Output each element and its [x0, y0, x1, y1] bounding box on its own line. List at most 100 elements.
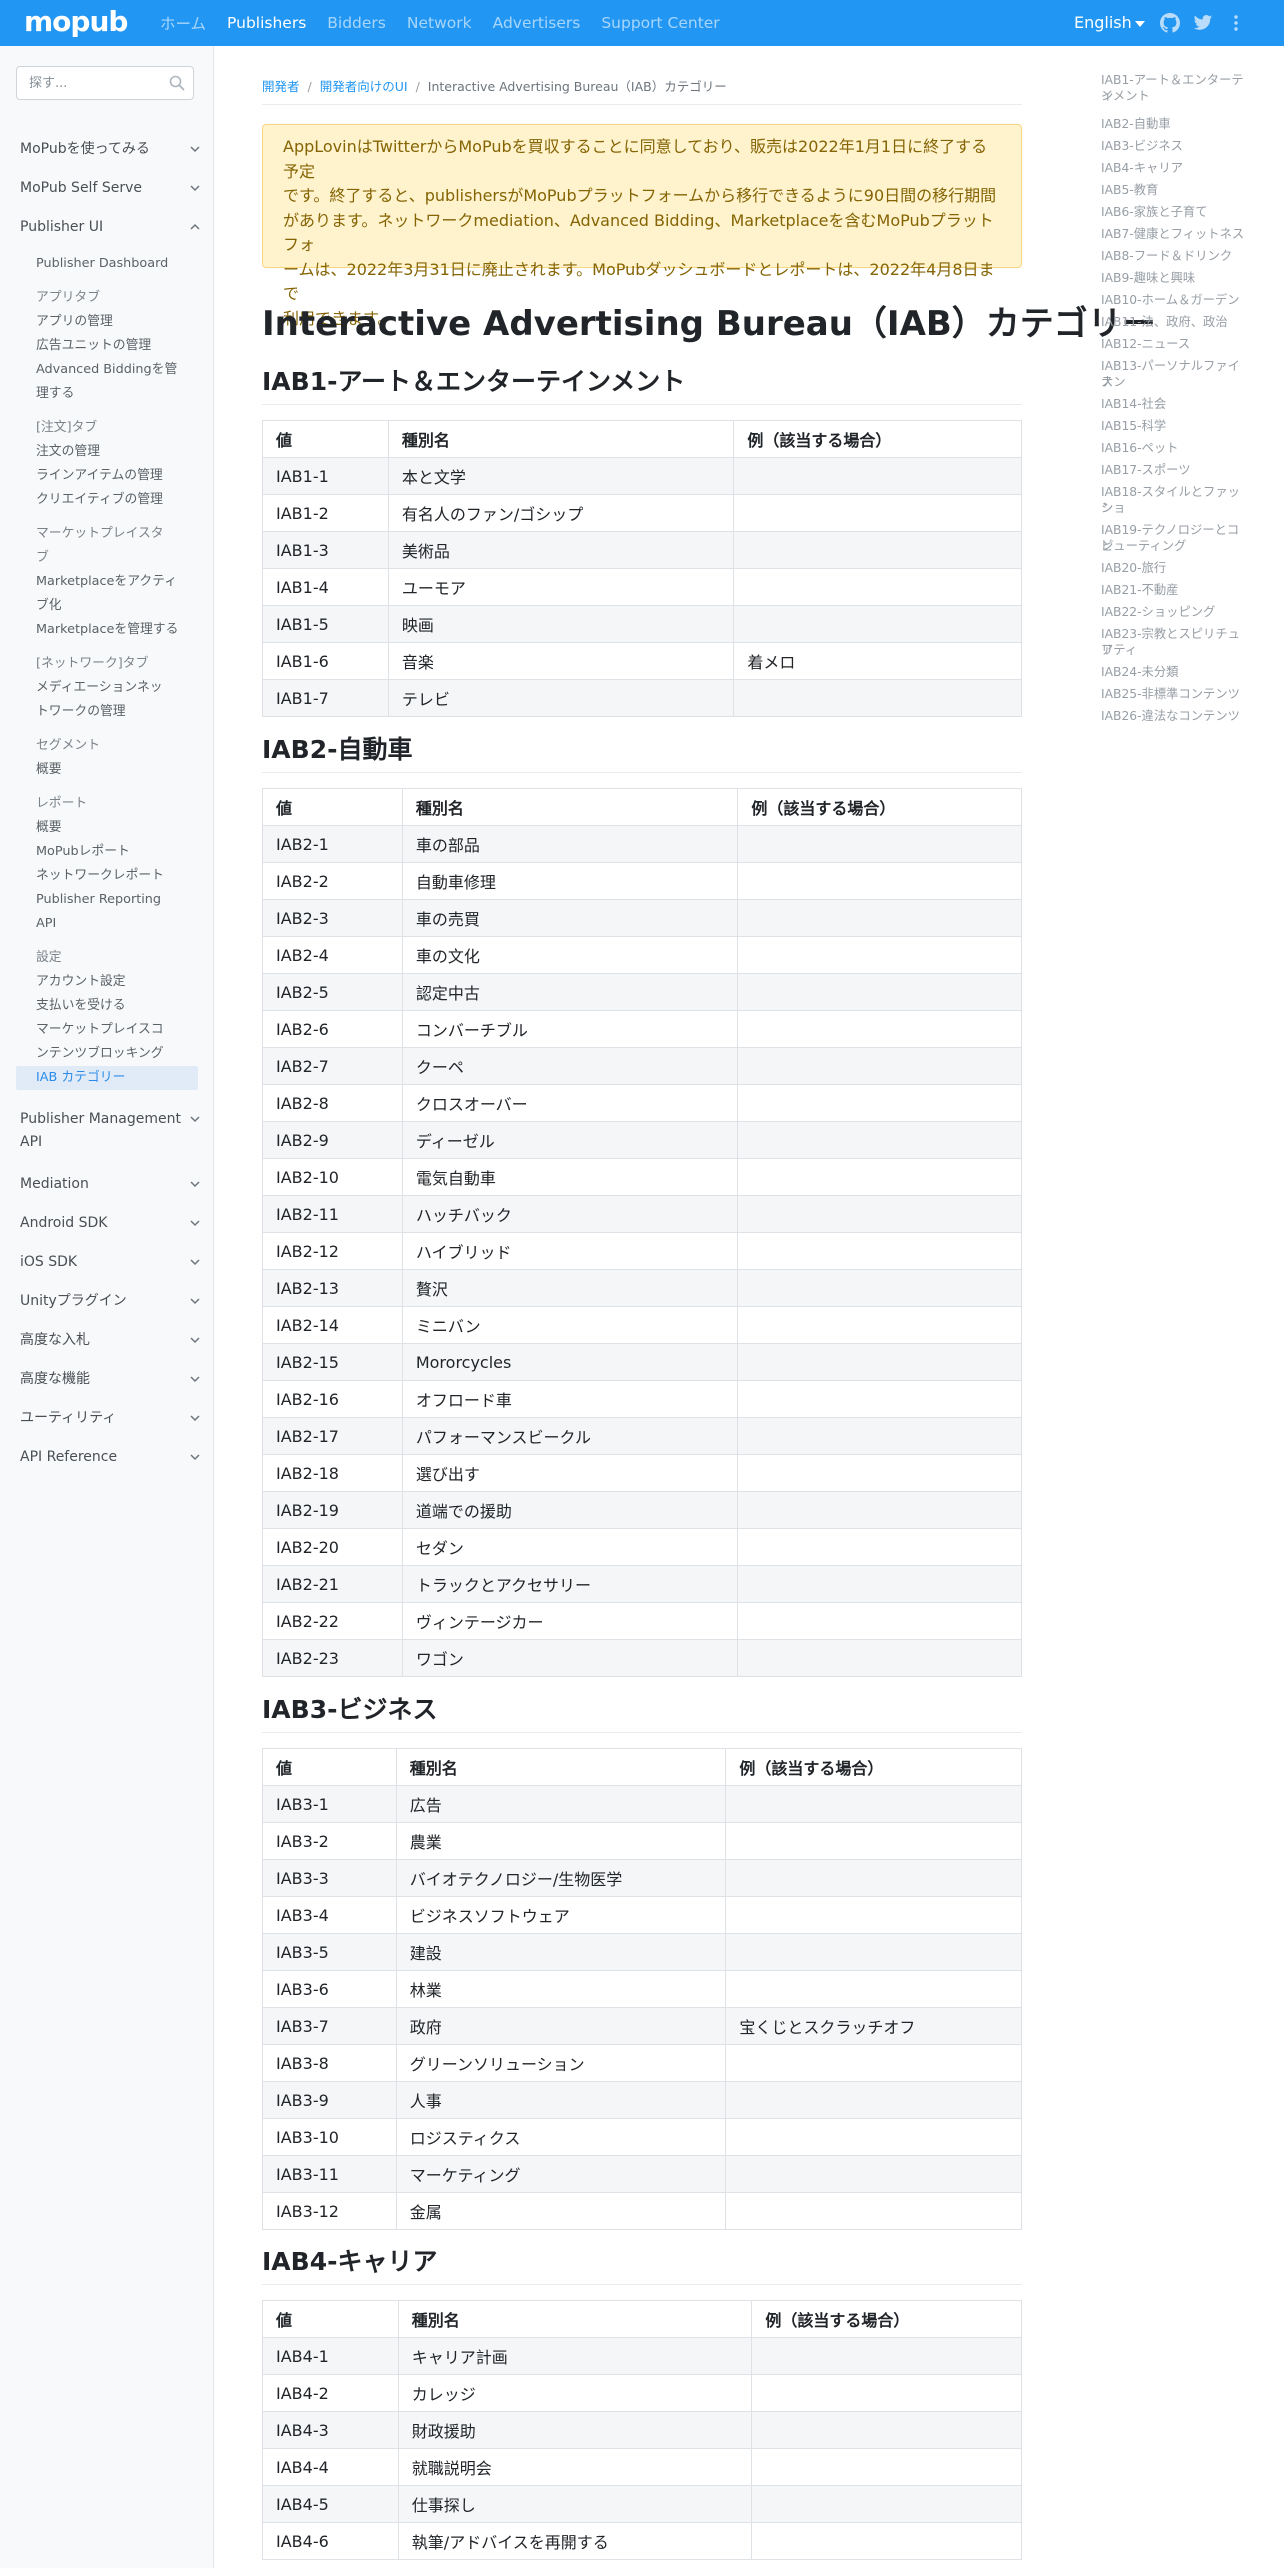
toc-item[interactable]: IAB14-社会 [1101, 396, 1251, 412]
sidebar-section-advanced-bidding[interactable]: 高度な入札 [20, 1329, 200, 1351]
toc-item[interactable]: IAB5-教育 [1101, 182, 1251, 198]
toc-item[interactable]: IAB4-キャリア [1101, 160, 1251, 176]
table-cell [725, 2155, 1022, 2193]
search-input[interactable] [17, 67, 167, 99]
sidebar-item-reports-overview[interactable]: 概要 [36, 816, 198, 840]
table-cell: IAB2-4 [262, 936, 403, 974]
table-cell [737, 899, 1022, 937]
breadcrumb-developers[interactable]: 開発者 [262, 79, 300, 94]
sidebar-section-utilities[interactable]: ユーティリティ [20, 1407, 200, 1429]
sidebar-section-api-reference[interactable]: API Reference [20, 1446, 200, 1468]
toc-item[interactable]: ピューティング [1101, 538, 1251, 554]
toc-item[interactable]: IAB6-家族と子育て [1101, 204, 1251, 220]
toc-item[interactable]: IAB8-フード＆ドリンク [1101, 248, 1251, 264]
toc-item[interactable]: ン [1101, 500, 1251, 516]
nav-home[interactable]: ホーム [160, 12, 206, 34]
sidebar-section-getting-started[interactable]: MoPubを使ってみる [20, 138, 200, 160]
chevron-down-icon [190, 1181, 200, 1188]
sidebar-search[interactable] [16, 66, 194, 100]
nav-bidders[interactable]: Bidders [327, 14, 386, 32]
toc-item[interactable]: IAB11-法、政府、政治 [1101, 314, 1251, 330]
table-cell: 財政援助 [397, 2411, 753, 2449]
sidebar-section-mediation[interactable]: Mediation [20, 1173, 200, 1195]
sidebar-section-unity-plugin[interactable]: Unityプラグイン [20, 1290, 200, 1312]
table-row: IAB2-21 トラックとアクセサリー [262, 1565, 1022, 1603]
sidebar-item-iab-categories[interactable]: IAB カテゴリー [16, 1066, 198, 1090]
table-cell [737, 1047, 1022, 1085]
section-divider [262, 1732, 1022, 1733]
sidebar-item-manage-ad-units[interactable]: 広告ユニットの管理 [36, 334, 198, 358]
toc-item[interactable]: ス [1101, 374, 1251, 390]
sidebar-section-publisher-management-api[interactable]: Publisher Management [20, 1108, 200, 1130]
sidebar-item-manage-mediation-networks[interactable]: メディエーションネッ [36, 676, 198, 700]
nav-network[interactable]: Network [407, 14, 472, 32]
column-header: 種別名 [387, 420, 735, 458]
sidebar-item-manage-marketplace[interactable]: Marketplaceを管理する [36, 618, 198, 642]
table-row: IAB3-9 人事 [262, 2081, 1022, 2119]
twitter-icon[interactable] [1193, 13, 1213, 33]
toc-item[interactable]: IAB3-ビジネス [1101, 138, 1251, 154]
sidebar-item-manage-line-items[interactable]: ラインアイテムの管理 [36, 464, 198, 488]
nav-advertisers[interactable]: Advertisers [493, 14, 581, 32]
more-vertical-icon[interactable] [1226, 13, 1246, 33]
nav-publishers[interactable]: Publishers [227, 14, 306, 32]
sidebar-item-manage-advanced-bidding-cont[interactable]: 理する [36, 382, 198, 406]
toc-item[interactable]: IAB2-自動車 [1101, 116, 1251, 132]
sidebar-item-manage-advanced-bidding[interactable]: Advanced Biddingを管 [36, 358, 198, 382]
toc-item[interactable]: IAB26-違法なコンテンツ [1101, 708, 1251, 724]
sidebar-item-marketplace-content-blocking[interactable]: マーケットプレイスコ [36, 1018, 198, 1042]
toc-item[interactable]: ンメント [1101, 88, 1251, 104]
sidebar-item-publisher-dashboard[interactable]: Publisher Dashboard [36, 252, 198, 276]
toc-item[interactable]: IAB10-ホーム＆ガーデン [1101, 292, 1251, 308]
sidebar-section-advanced-features[interactable]: 高度な機能 [20, 1368, 200, 1390]
top-nav: ホーム Publishers Bidders Network Advertise… [160, 0, 741, 46]
sidebar-item-marketplace-content-blocking-cont[interactable]: ンテンツブロッキング [36, 1042, 198, 1066]
sidebar-item-mopub-reports[interactable]: MoPubレポート [36, 840, 198, 864]
sidebar-section-ios-sdk[interactable]: iOS SDK [20, 1251, 200, 1273]
toc-item[interactable]: リティ [1101, 642, 1251, 658]
toc-item[interactable]: IAB7-健康とフィットネス [1101, 226, 1251, 242]
toc-item[interactable]: IAB16-ペット [1101, 440, 1251, 456]
toc-item[interactable]: IAB20-旅行 [1101, 560, 1251, 576]
toc-item[interactable]: IAB9-趣味と興味 [1101, 270, 1251, 286]
sidebar-group-apps: アプリタブ [36, 290, 100, 305]
table-cell: IAB2-21 [262, 1565, 403, 1603]
sidebar-item-manage-creatives[interactable]: クリエイティブの管理 [36, 488, 198, 512]
toc-item[interactable]: IAB22-ショッピング [1101, 604, 1251, 620]
sidebar-item-manage-mediation-networks-cont[interactable]: トワークの管理 [36, 700, 198, 724]
table-cell: 映画 [387, 605, 735, 643]
search-icon[interactable] [169, 75, 185, 91]
table-cell [751, 2522, 1022, 2560]
sidebar-item-publisher-reporting-api-cont[interactable]: API [36, 912, 198, 936]
mopub-logo[interactable]: mopub [24, 6, 128, 38]
sidebar-section-android-sdk[interactable]: Android SDK [20, 1212, 200, 1234]
toc-item[interactable]: IAB15-科学 [1101, 418, 1251, 434]
breadcrumb-separator: / [307, 79, 312, 94]
nav-support-center[interactable]: Support Center [601, 14, 719, 32]
table-row: IAB1-4 ユーモア [262, 568, 1022, 606]
toc-item[interactable]: IAB25-非標準コンテンツ [1101, 686, 1251, 702]
top-navbar: mopub ホーム Publishers Bidders Network Adv… [0, 0, 1284, 46]
sidebar-section-self-serve[interactable]: MoPub Self Serve [20, 177, 200, 199]
language-dropdown[interactable]: English [1074, 13, 1145, 32]
toc-item[interactable]: IAB17-スポーツ [1101, 462, 1251, 478]
sidebar-section-publisher-management-api-cont[interactable]: API [20, 1131, 200, 1153]
sidebar-item-account-settings[interactable]: アカウント設定 [36, 970, 198, 994]
toc-item[interactable]: IAB21-不動産 [1101, 582, 1251, 598]
breadcrumb-developer-ui[interactable]: 開発者向けのUI [320, 79, 408, 94]
sidebar-section-publisher-ui[interactable]: Publisher UI [20, 216, 200, 238]
sidebar-item-get-paid[interactable]: 支払いを受ける [36, 994, 198, 1018]
sidebar-item-publisher-reporting-api[interactable]: Publisher Reporting [36, 888, 198, 912]
sidebar-item-network-reports[interactable]: ネットワークレポート [36, 864, 198, 888]
sidebar-item-manage-orders[interactable]: 注文の管理 [36, 440, 198, 464]
table-row: IAB1-3 美術品 [262, 531, 1022, 569]
table-row: IAB1-6 音楽 着メロ [262, 642, 1022, 680]
table-cell [725, 1933, 1022, 1971]
sidebar-item-activate-marketplace[interactable]: Marketplaceをアクティ [36, 570, 198, 594]
toc-item[interactable]: IAB24-未分類 [1101, 664, 1251, 680]
sidebar-item-manage-apps[interactable]: アプリの管理 [36, 310, 198, 334]
sidebar-item-segments-overview[interactable]: 概要 [36, 758, 198, 782]
sidebar-item-activate-marketplace-cont[interactable]: ブ化 [36, 594, 198, 618]
toc-item[interactable]: IAB12-ニュース [1101, 336, 1251, 352]
github-icon[interactable] [1160, 13, 1180, 33]
